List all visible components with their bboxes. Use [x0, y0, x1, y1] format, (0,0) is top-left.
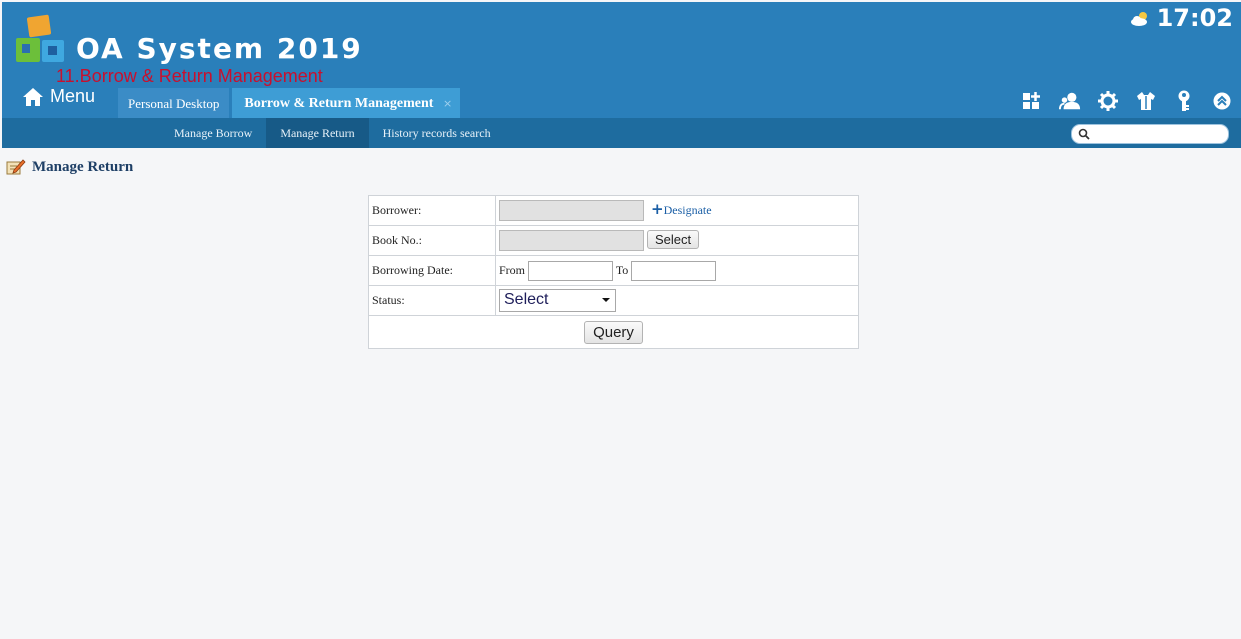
borrowing-date-row: Borrowing Date: From To — [368, 255, 859, 286]
page-heading: Manage Return — [6, 158, 133, 176]
home-icon — [23, 87, 43, 106]
select-book-button[interactable]: Select — [647, 229, 700, 249]
tab-label: Borrow & Return Management — [244, 96, 434, 111]
book-no-label: Book No.: — [368, 225, 496, 256]
page-title: Manage Return — [32, 158, 134, 175]
borrowing-date-label: Borrowing Date: — [368, 255, 496, 286]
menu-button[interactable]: Menu — [22, 86, 95, 107]
subnav-manage-return[interactable]: Manage Return — [266, 118, 369, 148]
status-row: Status: Select — [368, 285, 859, 316]
shirt-icon[interactable] — [1135, 90, 1157, 112]
subnav-manage-borrow[interactable]: Manage Borrow — [160, 118, 266, 148]
edit-note-icon — [6, 159, 26, 175]
collapse-up-icon[interactable] — [1211, 90, 1233, 112]
status-label: Status: — [368, 285, 496, 316]
header-bar: OA System 2019 11.Borrow & Return Manage… — [2, 2, 1241, 118]
return-query-form: Borrower: +Designate Book No.: Select Bo… — [368, 195, 859, 349]
search-box[interactable] — [1071, 124, 1229, 144]
designate-label: Designate — [663, 202, 712, 217]
tab-close-icon[interactable]: × — [443, 97, 452, 110]
gear-icon[interactable] — [1097, 90, 1119, 112]
book-no-field[interactable] — [499, 230, 644, 252]
status-select[interactable]: Select — [499, 289, 616, 312]
menu-label: Menu — [50, 86, 96, 106]
date-to-field[interactable] — [631, 260, 717, 281]
to-label: To — [615, 262, 629, 277]
book-no-row: Book No.: Select — [368, 225, 859, 256]
subnav-history-records-search[interactable]: History records search — [369, 118, 505, 148]
borrower-field[interactable] — [499, 200, 644, 222]
designate-link[interactable]: +Designate — [651, 199, 712, 218]
search-icon — [1078, 128, 1090, 140]
query-row: Query — [368, 315, 859, 349]
grid-add-icon[interactable] — [1021, 90, 1043, 112]
app-title: OA System 2019 — [76, 32, 363, 65]
tab-personal-desktop[interactable]: Personal Desktop — [118, 88, 230, 118]
user-group-icon[interactable] — [1059, 90, 1081, 112]
weather-icon — [1131, 12, 1147, 26]
borrower-row: Borrower: +Designate — [368, 195, 859, 226]
tab-borrow-return-management[interactable]: Borrow & Return Management × — [232, 88, 461, 118]
tab-bar: Personal Desktop Borrow & Return Managem… — [118, 88, 461, 118]
clock: 17:02 — [1156, 4, 1233, 32]
app-logo-icon — [16, 14, 64, 62]
borrower-label: Borrower: — [368, 195, 496, 226]
date-from-field[interactable] — [528, 260, 614, 281]
key-icon[interactable] — [1173, 90, 1195, 112]
toolbar-icons — [1021, 90, 1233, 112]
sub-navigation: Manage Borrow Manage Return History reco… — [2, 118, 1241, 148]
status-select-value: Select — [504, 291, 549, 308]
from-label: From — [499, 262, 526, 277]
chevron-down-icon — [602, 298, 610, 302]
tab-label: Personal Desktop — [128, 96, 220, 111]
search-input[interactable] — [1094, 126, 1226, 142]
plus-icon: + — [651, 199, 664, 218]
query-button[interactable]: Query — [584, 320, 643, 344]
module-title: 11.Borrow & Return Management — [56, 66, 323, 86]
